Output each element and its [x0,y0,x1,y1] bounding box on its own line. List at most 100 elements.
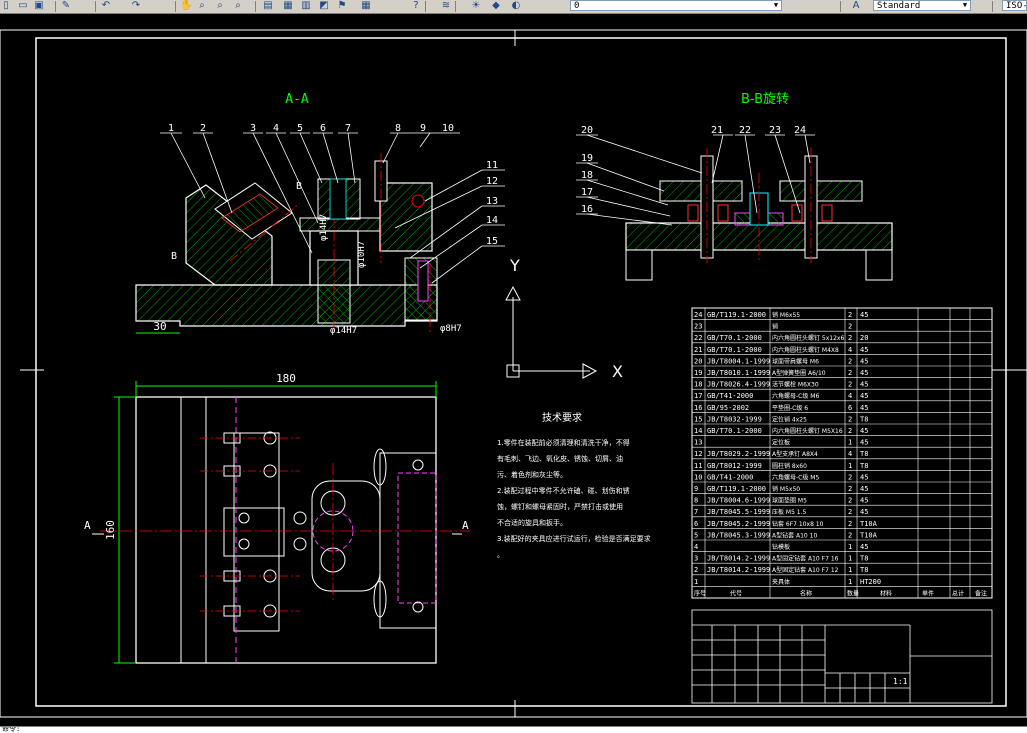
tech-line: 有毛刺、飞边、氧化皮、锈蚀、切屑、油 [497,454,623,463]
bom-code: JB/T8014.2-1999 [707,555,770,563]
dim-160: 160 [104,520,117,540]
section-label-b: B [171,251,177,262]
bom-no: 17 [694,392,702,400]
bom-qty: 2 [848,508,852,516]
section-view-b: B-B旋转 20 21 22 23 24 19 18 17 16 [576,92,893,281]
table-row: 13 定位板 1 45 [694,439,868,447]
balloon-label: 8 [395,123,401,134]
bom-material: 45 [860,473,868,481]
b-foot-right [865,249,893,281]
make-current-icon[interactable]: ◆ [490,0,502,12]
axis-y-label: Y [509,256,520,275]
balloon-label: 1 [168,123,174,134]
pan-icon[interactable]: ✋ [180,0,192,12]
balloon-label: 21 [711,125,723,136]
bom-qty: 4 [848,346,852,354]
bom-material: HT200 [860,578,881,586]
zoom-window-icon[interactable]: ⌕ [214,0,226,12]
ucs-icon: Y X [505,256,623,381]
bom-code: JB/T8032-1999 [707,415,762,423]
b-foot-left [625,249,653,281]
undo-icon[interactable]: ↶ [100,0,112,12]
bom-code: GB/T41-2000 [707,473,753,481]
redo-icon[interactable]: ↷ [130,0,142,12]
zoom-realtime-icon[interactable]: ⌕ [196,0,208,12]
bom-no: 16 [694,404,702,412]
bom-qty: 2 [848,311,852,319]
save-icon[interactable]: ▣ [33,0,45,12]
zoom-previous-icon[interactable]: ⌕ [232,0,244,12]
bom-no: 1 [694,578,698,586]
pin-circle [238,512,250,524]
balloon-label: 23 [769,125,781,136]
table-row: 23 销 2 [694,323,852,331]
layer-combo[interactable]: 0 ▼ [570,0,782,11]
bom-material: 20 [860,334,868,342]
dim-style-value: ISO- [1006,1,1027,11]
fit-note: φ8H7 [440,324,462,334]
layer-previous-icon[interactable]: ◐ [510,0,522,12]
hidden-rect [397,472,437,604]
tool-palettes-icon[interactable]: ▥ [300,0,312,12]
layer-state-icons[interactable]: ☀ [470,0,482,12]
axis-x-label: X [612,362,623,381]
dim-style-combo[interactable]: ISO- [1002,0,1027,11]
balloon-label: 2 [200,123,206,134]
section-view-a: A-A 30 φ14H7 φ10H7 φ14H7 φ8H7 B B 1 2 3 … [135,92,505,336]
balloon-label: 5 [297,123,303,134]
match-properties-icon[interactable]: ✎ [60,0,72,12]
open-icon[interactable]: ▭ [17,0,29,12]
title-block [691,609,993,704]
pin-hole [411,194,425,208]
properties-icon[interactable]: ▤ [262,0,274,12]
table-row: 20 JB/T8004.1-1999 球面带肩螺母 M6 2 45 [694,357,868,365]
bom-no: 2 [694,566,698,574]
toolbar-separator [55,1,56,12]
quickcalc-icon[interactable]: ▦ [360,0,372,12]
markup-icon[interactable]: ⚑ [336,0,348,12]
table-row: 1 夹具体 1 HT200 [694,578,881,586]
bom-code: JB/T8029.2-1999 [707,450,770,458]
bom-name: 销 M5x50 [772,485,800,493]
table-row: 22 GB/T70.1-2000 内六角圆柱头螺钉 5x12x6 2 20 [694,334,868,342]
bom-name: 压板 M5 1.5 [772,508,807,516]
bom-no: 8 [694,497,698,505]
text-style-combo[interactable]: Standard ▼ [873,0,971,11]
bom-name: 定位板 [772,439,790,447]
technical-requirements: 技术要求 1.零件在装配前必须清理和清洗干净，不得有毛刺、飞边、氧化皮、锈蚀、切… [497,411,651,559]
table-row: 7 JB/T8045.5-1999 压板 M5 1.5 2 45 [694,508,868,516]
bom-code: JB/T8045.5-1999 [707,508,770,516]
bom-name: 定位销 4x25 [772,415,807,423]
bom-code: JB/T8004.1-1999 [707,357,770,365]
bom-no: 22 [694,334,702,342]
text-style-icon[interactable]: A [850,0,862,12]
layer-manager-icon[interactable]: ≋ [440,0,452,12]
bom-no: 15 [694,415,702,423]
tech-line: 污、着色剂和灰尘等。 [497,470,567,479]
tech-line: 不合适的旋具和扳手。 [497,518,567,527]
balloon-label: 22 [739,125,751,136]
drawing-canvas[interactable]: A-A 30 φ14H7 φ10H7 φ14H7 φ8H7 B B 1 2 3 … [0,13,1027,726]
bom-code: JB/T8014.2-1999 [707,566,770,574]
bom-no: 20 [694,357,702,365]
tech-line: 。 [497,551,504,559]
design-center-icon[interactable]: ▦ [282,0,294,12]
bom-material: T8 [860,555,868,563]
bom-code: GB/T119.1-2000 [707,311,766,319]
section-b-title: B-B旋转 [741,92,789,107]
bom-header-cell: 代号 [730,589,742,597]
bom-header-cell: 名称 [800,589,812,597]
new-icon[interactable]: ▯ [0,0,12,12]
support-pin [417,260,429,302]
toolbar-separator [425,1,426,12]
help-icon[interactable]: ? [410,0,422,12]
balloon-label: 12 [486,176,498,187]
balloon-label: 19 [581,153,593,164]
sheet-set-icon[interactable]: ◩ [318,0,330,12]
balloon-label: 11 [486,160,498,171]
balloon-leaders-b [576,134,815,226]
right-support [379,182,433,252]
bom-material: 45 [860,404,868,412]
bushing-bore [329,178,347,220]
balloon-label: 9 [420,123,426,134]
